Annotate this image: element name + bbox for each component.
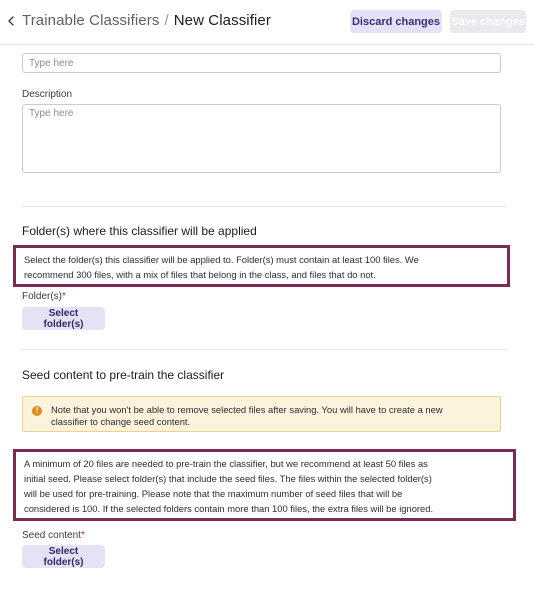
required-marker: * [80,530,85,541]
folders-help-text: Select the folder(s) this classifier wil… [13,245,510,287]
description-textarea[interactable] [22,104,501,173]
required-marker: * [62,291,66,302]
name-input[interactable] [22,53,501,73]
folders-help-line: recommend 300 files, with a mix of files… [24,269,376,280]
discard-changes-button[interactable]: Discard changes [350,10,442,33]
section-divider [22,349,506,350]
folders-label-text: Folder(s) [22,291,63,302]
seed-help-line: initial seed. Please select folder(s) th… [24,473,432,484]
breadcrumb-parent-link[interactable]: Trainable Classifiers [22,12,159,29]
seed-help-text: A minimum of 20 files are needed to pre-… [13,449,516,521]
seed-warning-banner: ! Note that you won't be able to remove … [22,396,501,432]
seed-label-text: Seed content [22,530,81,541]
folders-field-label: Folder(s)* [22,291,66,302]
select-folders-button[interactable]: Select folder(s) [22,307,105,330]
breadcrumb: Trainable Classifiers / New Classifier [22,12,271,29]
seed-help-line: A minimum of 20 files are needed to pre-… [24,458,428,469]
page-title: New Classifier [173,12,271,29]
select-seed-folders-button[interactable]: Select folder(s) [22,545,105,568]
warning-circle-icon: ! [32,406,42,416]
warning-line: Note that you won't be able to remove se… [51,404,443,415]
section-divider [22,206,506,207]
seed-section-title: Seed content to pre-train the classifier [22,368,225,382]
chevron-left-icon[interactable] [6,13,16,29]
description-label: Description [22,89,73,100]
seed-field-label: Seed content* [22,530,85,541]
save-changes-button[interactable]: Save changes [450,10,526,33]
folders-help-line: Select the folder(s) this classifier wil… [24,254,419,265]
page-header: Trainable Classifiers / New Classifier Dis… [0,0,534,45]
warning-line: classifier to change seed content. [51,416,191,427]
seed-help-line: will be used for pre-training. Please no… [24,488,403,499]
folders-section-title: Folder(s) where this classifier will be … [22,224,257,238]
seed-help-line: considered is 100. If the selected folde… [24,503,434,514]
breadcrumb-separator: / [164,12,169,29]
